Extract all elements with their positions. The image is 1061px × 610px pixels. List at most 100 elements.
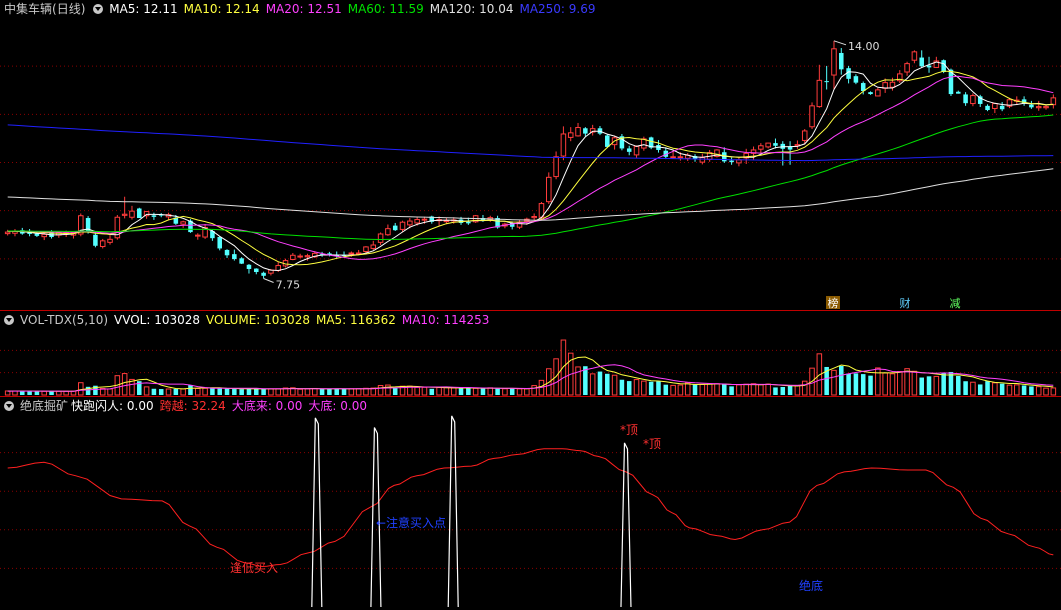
volume-bar bbox=[699, 383, 706, 396]
volume-bar bbox=[202, 387, 208, 396]
event-marker: 减 bbox=[950, 297, 961, 310]
candle-body bbox=[970, 95, 976, 105]
volume-bar bbox=[926, 376, 932, 395]
volume-bar bbox=[648, 381, 654, 395]
candle-body bbox=[560, 133, 567, 157]
candle-body bbox=[4, 231, 11, 235]
volume-bar bbox=[531, 385, 537, 396]
volume-bar bbox=[466, 388, 471, 395]
candle-body bbox=[853, 76, 859, 83]
candle-body bbox=[377, 233, 384, 243]
candle-body bbox=[254, 268, 259, 273]
candle-body bbox=[99, 240, 106, 248]
volume-bar bbox=[904, 368, 910, 396]
volume-bars bbox=[4, 339, 1057, 396]
candle-body bbox=[677, 156, 684, 159]
volume-bar bbox=[787, 385, 793, 395]
candle-body bbox=[868, 92, 873, 95]
volume-bar bbox=[656, 381, 661, 395]
volume-bar bbox=[217, 388, 222, 395]
volume-bar bbox=[516, 388, 523, 396]
volume-bar bbox=[78, 382, 84, 396]
volume-ma5-line bbox=[7, 356, 1054, 392]
candle-body bbox=[129, 210, 135, 218]
candle-body bbox=[407, 220, 413, 226]
candle-body bbox=[926, 65, 932, 68]
volume-bar bbox=[1050, 387, 1057, 396]
volume-bar bbox=[619, 379, 625, 395]
volume-bar bbox=[348, 388, 355, 396]
candle-body bbox=[392, 225, 398, 231]
volume-bar bbox=[597, 371, 603, 395]
volume-bar bbox=[794, 384, 801, 396]
volume-bar bbox=[495, 388, 500, 395]
volume-bar bbox=[985, 381, 990, 395]
volume-bar bbox=[34, 391, 40, 395]
candle-body bbox=[839, 52, 844, 70]
volume-bar bbox=[729, 386, 734, 395]
volume-bar bbox=[188, 385, 193, 395]
volume-bar bbox=[180, 388, 186, 396]
candle-body bbox=[729, 160, 734, 163]
volume-bar bbox=[480, 388, 486, 395]
volume-bar bbox=[502, 388, 508, 396]
stock-chart[interactable]: 14.00 7.75 榜 财 减逢低买入 ←注意买入点 *顶 *顶绝底 bbox=[0, 0, 1061, 610]
volume-bar bbox=[121, 373, 128, 396]
volume-bar bbox=[524, 388, 530, 396]
volume-bar bbox=[1014, 384, 1020, 396]
volume-bar bbox=[641, 380, 647, 396]
candle-body bbox=[889, 81, 896, 88]
candle-body bbox=[414, 219, 420, 224]
ma250-line bbox=[7, 124, 1054, 162]
candle-body bbox=[466, 221, 471, 224]
volume-bar bbox=[992, 382, 998, 396]
candle-body bbox=[297, 255, 303, 258]
candle-body bbox=[1050, 97, 1057, 106]
volume-bar bbox=[839, 365, 844, 395]
candle-body bbox=[758, 145, 764, 150]
candle-body bbox=[180, 221, 186, 225]
high-pointer bbox=[833, 40, 847, 46]
volume-bar bbox=[706, 383, 713, 396]
candle-body bbox=[985, 105, 990, 111]
volume-bar bbox=[49, 391, 54, 395]
volume-bar bbox=[334, 388, 339, 395]
candle-body bbox=[1043, 106, 1049, 109]
candle-body bbox=[348, 252, 355, 255]
ma5-line bbox=[7, 61, 1054, 272]
indicator-spike bbox=[311, 417, 323, 608]
volume-bar bbox=[297, 388, 303, 396]
candle-body bbox=[963, 94, 968, 104]
candle-body bbox=[904, 63, 910, 73]
candle-body bbox=[151, 215, 157, 217]
volume-bar bbox=[970, 381, 976, 396]
volume-bar bbox=[773, 387, 778, 395]
candle-body bbox=[699, 157, 706, 163]
volume-bar bbox=[27, 391, 32, 395]
volume-bar bbox=[831, 369, 837, 396]
candle-body bbox=[217, 237, 222, 249]
volume-bar bbox=[143, 386, 150, 396]
candle-body bbox=[304, 255, 311, 258]
candle-body bbox=[137, 208, 142, 219]
volume-bar bbox=[421, 386, 428, 396]
volume-bar bbox=[327, 388, 332, 395]
volume-bar bbox=[589, 373, 596, 396]
volume-bar bbox=[239, 389, 244, 395]
indicator-spike bbox=[620, 442, 632, 608]
candle-body bbox=[875, 89, 881, 97]
volume-bar bbox=[722, 383, 727, 395]
candles bbox=[4, 40, 1057, 279]
indicator-annotation: *顶 bbox=[620, 423, 638, 437]
candle-body bbox=[246, 264, 252, 269]
candle-body bbox=[801, 130, 808, 141]
volume-bar bbox=[611, 374, 618, 396]
volume-bar bbox=[956, 375, 961, 395]
candle-body bbox=[363, 246, 369, 252]
candle-body bbox=[443, 220, 450, 223]
volume-bar bbox=[846, 373, 851, 395]
volume-bar bbox=[860, 374, 866, 395]
indicator-annotation: 逢低买入 bbox=[230, 561, 278, 575]
ma120-line bbox=[7, 168, 1054, 221]
volume-bar bbox=[312, 387, 318, 396]
